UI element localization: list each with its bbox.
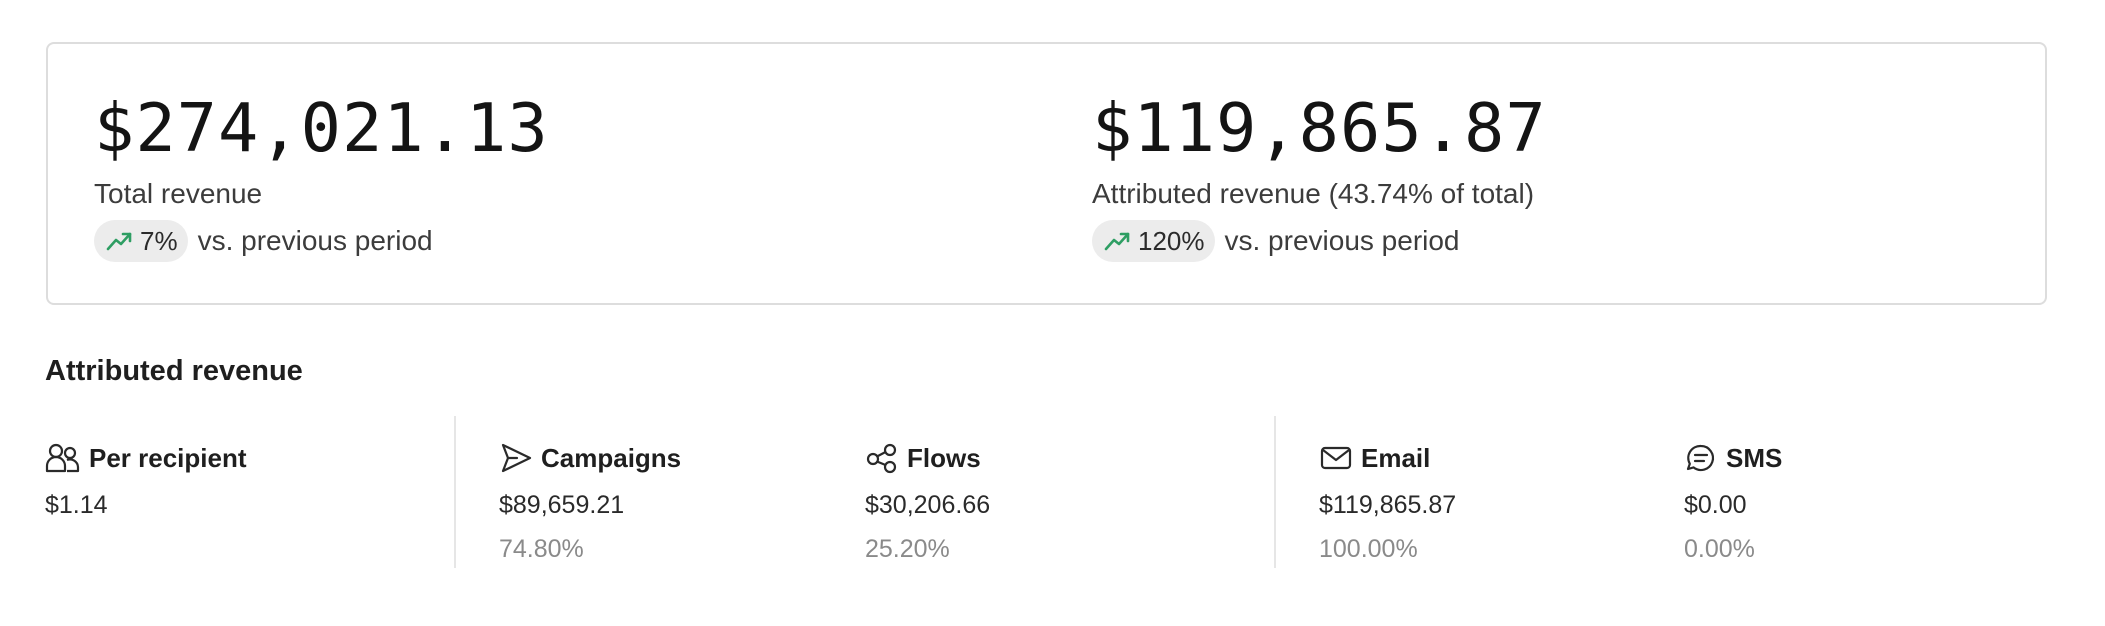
metric-name: Flows [907,442,981,473]
trending-up-icon [1104,229,1132,253]
attributed-revenue-value: $119,865.87 [1092,89,1547,167]
trending-up-icon [106,229,134,253]
change-comparison-text: vs. previous period [197,225,433,256]
metric-percent: 25.20% [865,535,950,563]
message-icon [1684,442,1718,474]
change-comparison-text: vs. previous period [1224,225,1460,256]
section-divider [1274,416,1276,568]
total-revenue-value: $274,021.13 [94,89,549,167]
metric-name: SMS [1726,442,1783,473]
attributed-revenue-change: 120% vs. previous period [1092,219,1460,263]
metric-campaigns: Campaigns $89,659.21 74.80% [499,440,682,564]
send-icon [499,442,533,474]
attributed-revenue-label: Attributed revenue (43.74% of total) [1092,178,1535,209]
attributed-revenue-section-title: Attributed revenue [45,355,303,387]
mail-icon [1319,442,1353,474]
section-divider [454,416,456,568]
total-revenue-change: 7% vs. previous period [94,219,433,263]
revenue-summary-card: $274,021.13 Total revenue 7% vs. previou… [46,42,2047,305]
metric-sms: SMS $0.00 0.00% [1684,440,1783,564]
metric-value: $89,659.21 [499,491,625,519]
change-percent: 120% [1138,225,1205,256]
metric-percent: 74.80% [499,535,584,563]
metric-value: $30,206.66 [865,491,991,519]
metric-name: Campaigns [541,442,682,473]
metric-name: Per recipient [89,442,247,473]
metric-email: Email $119,865.87 100.00% [1319,440,1456,564]
flows-icon [865,442,899,474]
metric-per-recipient: Per recipient $1.14 [45,440,247,520]
metric-percent: 0.00% [1684,535,1755,563]
metric-value: $119,865.87 [1319,491,1457,519]
change-percent: 7% [140,225,178,256]
total-revenue-label: Total revenue [94,178,263,209]
users-icon [45,442,81,474]
metric-value: $1.14 [45,491,108,519]
change-badge: 120% [1092,220,1215,262]
metric-flows: Flows $30,206.66 25.20% [865,440,990,564]
change-badge: 7% [94,220,188,262]
metric-percent: 100.00% [1319,535,1418,563]
metric-name: Email [1361,442,1431,473]
metric-value: $0.00 [1684,491,1747,519]
